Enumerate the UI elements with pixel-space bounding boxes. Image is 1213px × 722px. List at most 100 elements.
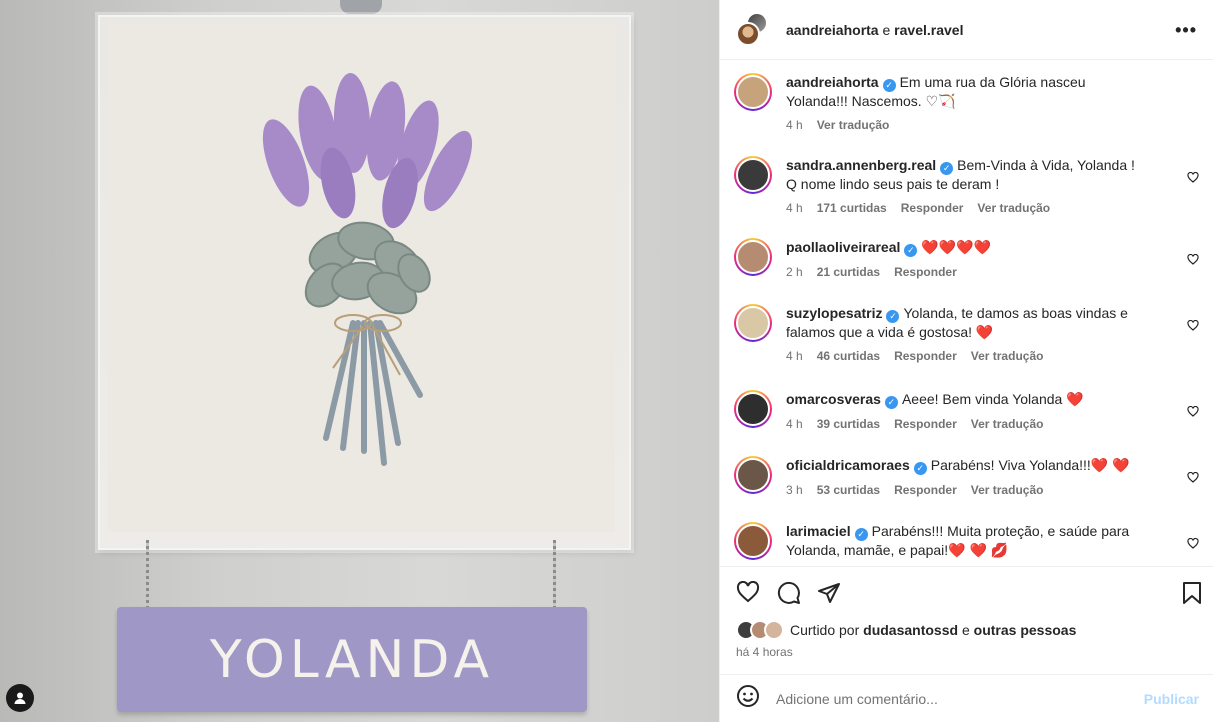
avatar[interactable] [734, 238, 772, 276]
comment-time[interactable]: 3 h [786, 483, 803, 497]
comment-username[interactable]: paollaoliveirareal [786, 239, 900, 255]
verified-badge-icon: ✓ [854, 528, 868, 541]
avatar-image [736, 75, 770, 109]
comment-meta: 4 h 46 curtidas Responder Ver tradução [786, 349, 1146, 363]
translate-button[interactable]: Ver tradução [977, 201, 1050, 215]
post-header: aandreiahorta e ravel.ravel ••• [720, 0, 1213, 60]
user-tag-icon[interactable] [6, 684, 34, 712]
comment-like-icon[interactable] [1187, 471, 1199, 486]
reply-button[interactable]: Responder [894, 483, 957, 497]
comment-time[interactable]: 2 h [786, 265, 803, 279]
comment-item: larimaciel ✓ Parabéns!!! Muita proteção, e… [734, 522, 1213, 560]
comment-item: sandra.annenberg.real ✓ Bem-Vinda à Vida, … [734, 156, 1213, 215]
comment-input[interactable] [776, 690, 1144, 707]
comment-time[interactable]: 4 h [786, 118, 803, 132]
avatar-image [736, 240, 770, 274]
collab-avatars[interactable] [734, 11, 774, 48]
comment-text-block: larimaciel ✓ Parabéns!!! Muita proteção, e… [786, 522, 1146, 559]
comment-text-block: aandreiahorta ✓ Em uma rua da Glória nasce… [786, 73, 1146, 110]
comment-username[interactable]: larimaciel [786, 523, 851, 539]
comment-username[interactable]: suzylopesatriz [786, 305, 882, 321]
liker-link[interactable]: dudasantossd [863, 622, 958, 638]
comment-like-icon[interactable] [1187, 537, 1199, 552]
action-bar [720, 566, 1213, 618]
verified-badge-icon: ✓ [940, 162, 954, 175]
comment-like-icon[interactable] [1187, 171, 1199, 186]
comment-like-icon[interactable] [1187, 405, 1199, 420]
post-timestamp[interactable]: há 4 horas [736, 645, 793, 659]
author-link[interactable]: aandreiahorta [786, 22, 879, 38]
comment-time[interactable]: 4 h [786, 201, 803, 215]
comment-meta: 4 h Ver tradução [786, 118, 1146, 132]
translate-button[interactable]: Ver tradução [971, 417, 1044, 431]
verified-badge-icon: ✓ [886, 310, 900, 323]
comment-likes[interactable]: 171 curtidas [817, 201, 887, 215]
reply-button[interactable]: Responder [894, 417, 957, 431]
save-icon[interactable] [1182, 581, 1202, 610]
comment-item: oficialdricamoraes ✓ Parabéns! Viva Yoland… [734, 456, 1213, 497]
avatar[interactable] [734, 522, 772, 560]
verified-badge-icon: ✓ [884, 396, 898, 409]
comment-like-icon[interactable] [1187, 319, 1199, 334]
comment-username[interactable]: omarcosveras [786, 391, 881, 407]
comment-time[interactable]: 4 h [786, 349, 803, 363]
avatar[interactable] [734, 390, 772, 428]
comment-body: suzylopesatriz ✓ Yolanda, te damos as boas… [786, 304, 1146, 363]
frame-hook [340, 0, 382, 14]
comment-like-icon[interactable] [1187, 253, 1199, 268]
avatar-image [736, 458, 770, 492]
publish-button[interactable]: Publicar [1144, 691, 1199, 707]
comment-meta: 2 h 21 curtidas Responder [786, 265, 1146, 279]
avatar[interactable] [734, 73, 772, 111]
comment-text-block: sandra.annenberg.real ✓ Bem-Vinda à Vida, … [786, 156, 1146, 193]
comment-item: omarcosveras ✓ Aeee! Bem vinda Yolanda ❤️ 4… [734, 390, 1213, 431]
comment-likes[interactable]: 46 curtidas [817, 349, 880, 363]
canvas [108, 23, 615, 532]
avatar[interactable] [734, 456, 772, 494]
picture-frame [98, 15, 631, 550]
comment-likes[interactable]: 39 curtidas [817, 417, 880, 431]
reply-button[interactable]: Responder [894, 265, 957, 279]
comment-likes[interactable]: 53 curtidas [817, 483, 880, 497]
emoji-icon[interactable] [736, 684, 760, 713]
name-plaque: YOLANDA [117, 607, 587, 712]
authors-conjunction: e [882, 21, 891, 38]
share-icon[interactable] [817, 581, 841, 610]
avatar[interactable] [734, 156, 772, 194]
comment-likes[interactable]: 21 curtidas [817, 265, 880, 279]
verified-badge-icon: ✓ [913, 462, 927, 475]
comment-body: omarcosveras ✓ Aeee! Bem vinda Yolanda ❤️ 4… [786, 390, 1146, 431]
comment-item: suzylopesatriz ✓ Yolanda, te damos as boas… [734, 304, 1213, 363]
translate-button[interactable]: Ver tradução [971, 349, 1044, 363]
comment-meta: 4 h 39 curtidas Responder Ver tradução [786, 417, 1146, 431]
comment-icon[interactable] [777, 581, 801, 610]
author-link[interactable]: ravel.ravel [894, 22, 963, 38]
other-likers-link[interactable]: outras pessoas [974, 622, 1077, 638]
comment-text: Parabéns! Viva Yolanda!!!❤️ ❤️ [930, 457, 1130, 473]
comment-body: aandreiahorta ✓ Em uma rua da Glória nasce… [786, 73, 1146, 132]
comment-text: Aeee! Bem vinda Yolanda ❤️ [901, 391, 1084, 407]
likes-conjunction: e [961, 622, 970, 638]
translate-button[interactable]: Ver tradução [971, 483, 1044, 497]
comment-time[interactable]: 4 h [786, 417, 803, 431]
lavender-bouquet-illustration [262, 73, 473, 466]
more-icon[interactable]: ••• [1175, 20, 1197, 41]
comments-list: aandreiahorta ✓ Em uma rua da Glória nasce… [720, 61, 1213, 566]
comment-text-block: suzylopesatriz ✓ Yolanda, te damos as boas… [786, 304, 1146, 341]
comment-text-block: oficialdricamoraes ✓ Parabéns! Viva Yoland… [786, 456, 1146, 475]
post-image[interactable]: YOLANDA [0, 0, 719, 722]
comment-username[interactable]: sandra.annenberg.real [786, 157, 936, 173]
comment-body: sandra.annenberg.real ✓ Bem-Vinda à Vida, … [786, 156, 1146, 215]
verified-badge-icon: ✓ [904, 244, 918, 257]
comment-username[interactable]: aandreiahorta [786, 74, 879, 90]
comment-username[interactable]: oficialdricamoraes [786, 457, 910, 473]
post-sidebar: aandreiahorta e ravel.ravel ••• aandreia… [719, 0, 1213, 722]
like-icon[interactable] [736, 580, 760, 608]
comment-text: ❤️❤️❤️❤️ [921, 239, 992, 255]
comment-item: aandreiahorta ✓ Em uma rua da Glória nasce… [734, 73, 1213, 132]
avatar-image [736, 524, 770, 558]
translate-button[interactable]: Ver tradução [817, 118, 890, 132]
reply-button[interactable]: Responder [901, 201, 964, 215]
reply-button[interactable]: Responder [894, 349, 957, 363]
avatar[interactable] [734, 304, 772, 342]
